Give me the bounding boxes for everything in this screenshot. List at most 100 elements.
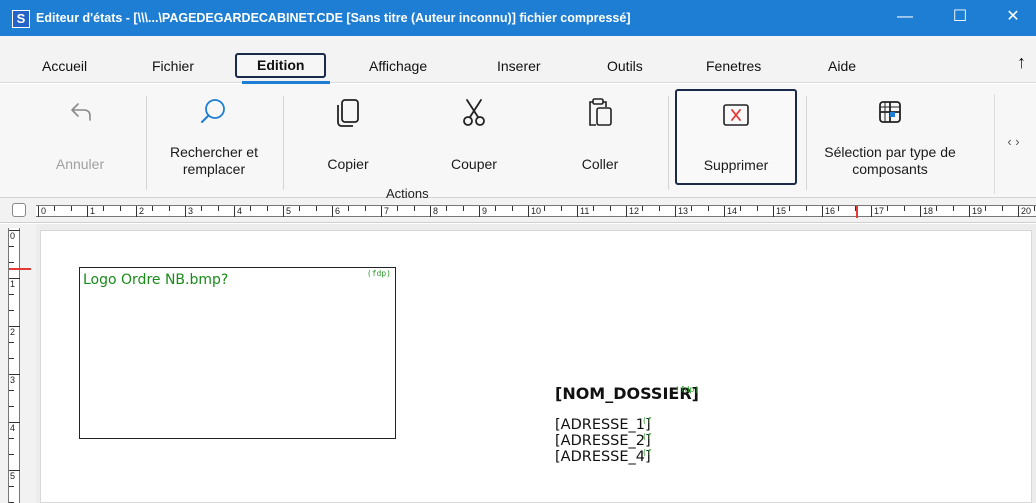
vertical-ruler-tick — [9, 310, 14, 311]
title-bar: S Editeur d'états - [\\\...\PAGEDEGARDEC… — [0, 0, 1036, 36]
logo-fdp-tag: (fdp) — [366, 269, 391, 278]
collapse-ribbon-icon[interactable]: ↑ — [1017, 52, 1026, 73]
vertical-ruler-tick — [9, 262, 14, 263]
menu-edition[interactable]: Edition — [235, 53, 327, 78]
ruler-mark: 10 — [528, 206, 541, 217]
adresse-2-field[interactable]: [ADRESSE_2] — [555, 433, 651, 449]
logo-image-box[interactable]: Logo Ordre NB.bmp? (fdp) — [79, 267, 396, 439]
ruler-tick — [266, 206, 268, 211]
menu-affichage[interactable]: Affichage — [369, 58, 427, 74]
menu-inserer[interactable]: Inserer — [497, 58, 541, 74]
ruler-tick — [707, 206, 709, 211]
menu-accueil[interactable]: Accueil — [42, 58, 87, 74]
ruler-mark: 12 — [626, 206, 639, 217]
ruler-tick — [544, 206, 546, 211]
vertical-ruler-tick — [9, 246, 14, 247]
ruler-tick — [119, 206, 121, 211]
undo-icon — [71, 103, 91, 121]
ruler-tick — [936, 206, 938, 211]
vertical-ruler-tick — [9, 438, 14, 439]
ruler-mark: 13 — [675, 206, 688, 217]
copier-button[interactable]: Copier — [300, 92, 396, 184]
vertical-ruler: 0 1 2 3 4 5 — [0, 224, 36, 503]
ruler-mark: 14 — [724, 206, 737, 217]
vertical-ruler-tick — [9, 486, 14, 487]
menu-outils[interactable]: Outils — [607, 58, 643, 74]
vertical-ruler-tick — [9, 294, 14, 295]
vertical-ruler-mark: 0 — [9, 230, 20, 241]
ruler-mark: 8 — [430, 206, 438, 217]
vertical-ruler-tick — [9, 454, 14, 455]
couper-label: Couper — [451, 156, 497, 172]
ruler-tick — [462, 206, 464, 211]
ruler-tick — [364, 206, 366, 211]
annuler-button[interactable]: Annuler — [32, 92, 128, 184]
menu-aide[interactable]: Aide — [828, 58, 856, 74]
ruler-mark: 9 — [479, 206, 487, 217]
menu-bar: Accueil Fichier Edition Affichage Insere… — [0, 36, 1036, 84]
ruler-tick — [1034, 206, 1036, 211]
ruler-tick — [511, 206, 513, 211]
vertical-ruler-tick — [9, 390, 14, 391]
ruler-mark: 20 — [1018, 206, 1031, 217]
ruler-tick — [756, 206, 758, 211]
window-title: Editeur d'états - [\\\...\PAGEDEGARDECAB… — [36, 11, 631, 25]
copy-icon — [337, 99, 359, 127]
supprimer-label: Supprimer — [703, 157, 769, 173]
maximize-button[interactable]: ☐ — [937, 0, 983, 36]
minimize-button[interactable]: — — [882, 0, 928, 36]
close-button[interactable]: ✕ — [990, 0, 1036, 36]
ruler-mark: 2 — [136, 206, 144, 217]
ribbon-separator — [283, 96, 284, 190]
ruler-tick — [315, 206, 317, 211]
adresse-4-tag: (f — [642, 448, 652, 457]
ruler-tick — [70, 206, 72, 211]
menu-fichier[interactable]: Fichier — [152, 58, 194, 74]
ribbon-separator — [668, 96, 669, 190]
supprimer-button[interactable]: Supprimer — [675, 89, 797, 185]
vertical-ruler-mark: 5 — [9, 470, 20, 481]
ruler-tick — [560, 206, 562, 211]
couper-button[interactable]: Couper — [426, 92, 522, 184]
ruler-tick — [658, 206, 660, 211]
ruler-tick — [446, 206, 448, 211]
vertical-ruler-mark: 4 — [9, 422, 20, 433]
ribbon-separator — [146, 96, 147, 190]
ruler-mark: 16 — [822, 206, 835, 217]
ruler-tick — [201, 206, 203, 211]
ruler-mark: 1 — [87, 206, 95, 217]
ruler-tick — [1001, 206, 1003, 211]
coller-label: Coller — [581, 156, 619, 172]
ruler-position-marker — [856, 206, 858, 218]
vertical-ruler-tick — [9, 406, 14, 407]
ribbon-separator — [806, 96, 807, 190]
ruler-tick — [495, 206, 497, 211]
adresse-2-tag: (f — [642, 432, 652, 441]
paste-icon — [589, 98, 612, 126]
ruler-tick — [217, 206, 219, 211]
vertical-ruler-mark: 1 — [9, 278, 20, 289]
ruler-tick — [413, 206, 415, 211]
ruler-tick — [740, 206, 742, 211]
menu-fenetres[interactable]: Fenetres — [706, 58, 761, 74]
rechercher-label: Rechercher et remplacer — [170, 144, 258, 177]
ruler-tick — [887, 206, 889, 211]
ruler-tick — [691, 206, 693, 211]
ruler-tick — [299, 206, 301, 211]
coller-button[interactable]: Coller — [552, 92, 648, 184]
vertical-ruler-mark: 3 — [9, 374, 20, 385]
adresse-1-field[interactable]: [ADRESSE_1] — [555, 417, 651, 433]
ribbon-scroll-buttons[interactable]: ‹ › — [994, 94, 1032, 194]
ruler-mark: 5 — [283, 206, 291, 217]
copier-label: Copier — [327, 156, 369, 172]
scissors-icon — [463, 99, 485, 126]
ruler-mark: 17 — [871, 206, 884, 217]
rechercher-remplacer-button[interactable]: Rechercher et remplacer — [152, 92, 276, 184]
vertical-ruler-strip: 0 1 2 3 4 5 — [8, 228, 31, 503]
ruler-tick — [854, 206, 856, 211]
grid-select-icon — [879, 101, 901, 123]
adresse-4-field[interactable]: [ADRESSE_4] — [555, 449, 651, 465]
ruler-corner[interactable] — [12, 203, 26, 217]
ruler-tick — [789, 206, 791, 211]
selection-type-composants-button[interactable]: Sélection par type de composants — [810, 92, 970, 184]
